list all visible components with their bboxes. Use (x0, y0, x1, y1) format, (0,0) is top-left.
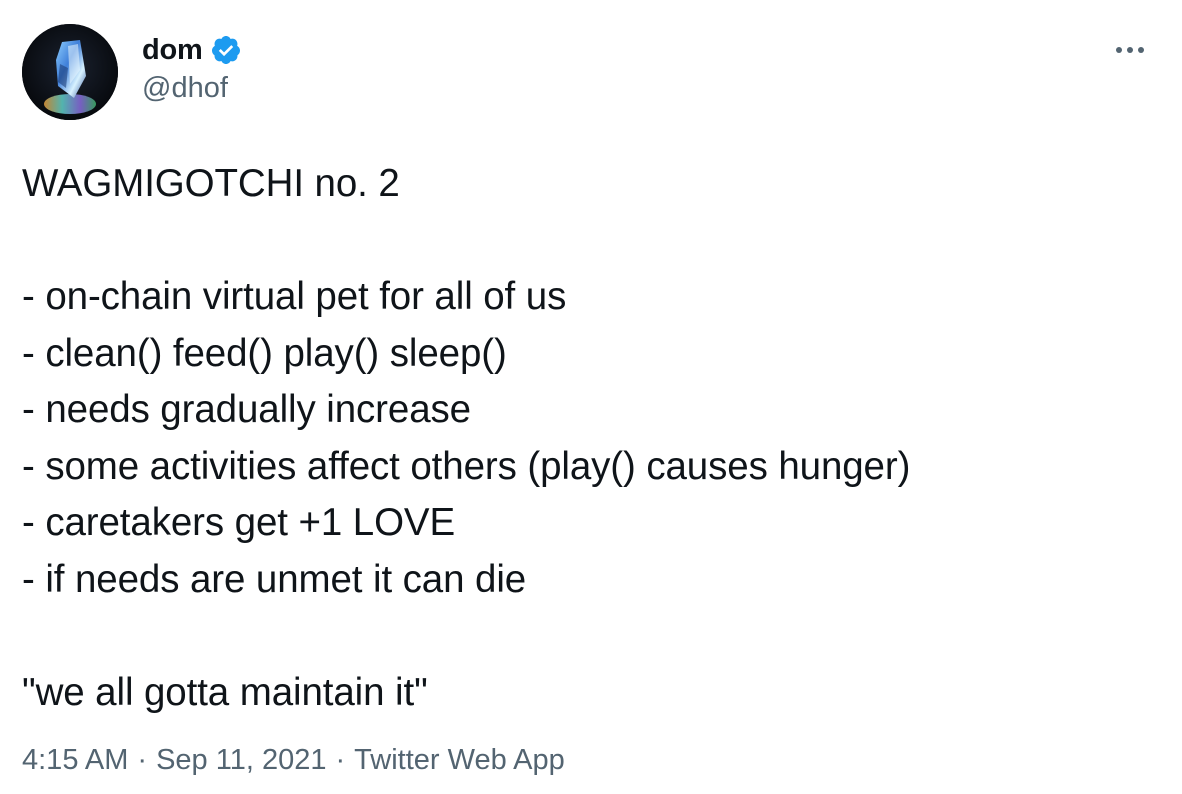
tweet-line: - if needs are unmet it can die (22, 557, 527, 601)
meta-separator: · (137, 744, 148, 776)
tweet-line: - needs gradually increase (22, 388, 471, 431)
meta-separator: · (335, 744, 346, 776)
more-horizontal-icon-dot (1127, 47, 1133, 53)
tweet-line (22, 213, 1152, 270)
tweet-line: - clean() feed() play() sleep() (22, 331, 507, 375)
tweet-line (22, 608, 1152, 665)
tweet-line: - on-chain virtual pet for all of us (22, 275, 567, 318)
tweet-line: WAGMIGOTCHI no. 2 (22, 162, 400, 205)
tweet-text: WAGMIGOTCHI no. 2 - on-chain virtual pet… (22, 156, 1152, 721)
tweet-line: - some activities affect others (play() … (22, 444, 911, 488)
tweet-line: "we all gotta maintain it" (22, 670, 428, 714)
avatar[interactable] (22, 24, 118, 120)
author-display-name[interactable]: dom (142, 34, 203, 67)
author-name-row: dom (142, 30, 242, 70)
author-handle[interactable]: @dhof (142, 72, 228, 105)
tweet-card: dom @dhof WAGMIGOTCHI no. 2 - on-chain v… (0, 0, 1182, 794)
tweet-time-link[interactable]: 4:15 AM (22, 744, 128, 777)
tweet-date-link[interactable]: Sep 11, 2021 (156, 744, 326, 777)
tweet-metadata: 4:15 AM · Sep 11, 2021 · Twitter Web App (22, 744, 565, 777)
more-options-button[interactable] (1108, 30, 1152, 70)
tweet-source-link[interactable]: Twitter Web App (354, 744, 565, 777)
tweet-line: - caretakers get +1 LOVE (22, 501, 456, 544)
more-horizontal-icon-dot (1138, 47, 1144, 53)
verified-badge-icon (210, 34, 242, 66)
more-horizontal-icon-dot (1116, 47, 1122, 53)
avatar-image (22, 24, 118, 120)
